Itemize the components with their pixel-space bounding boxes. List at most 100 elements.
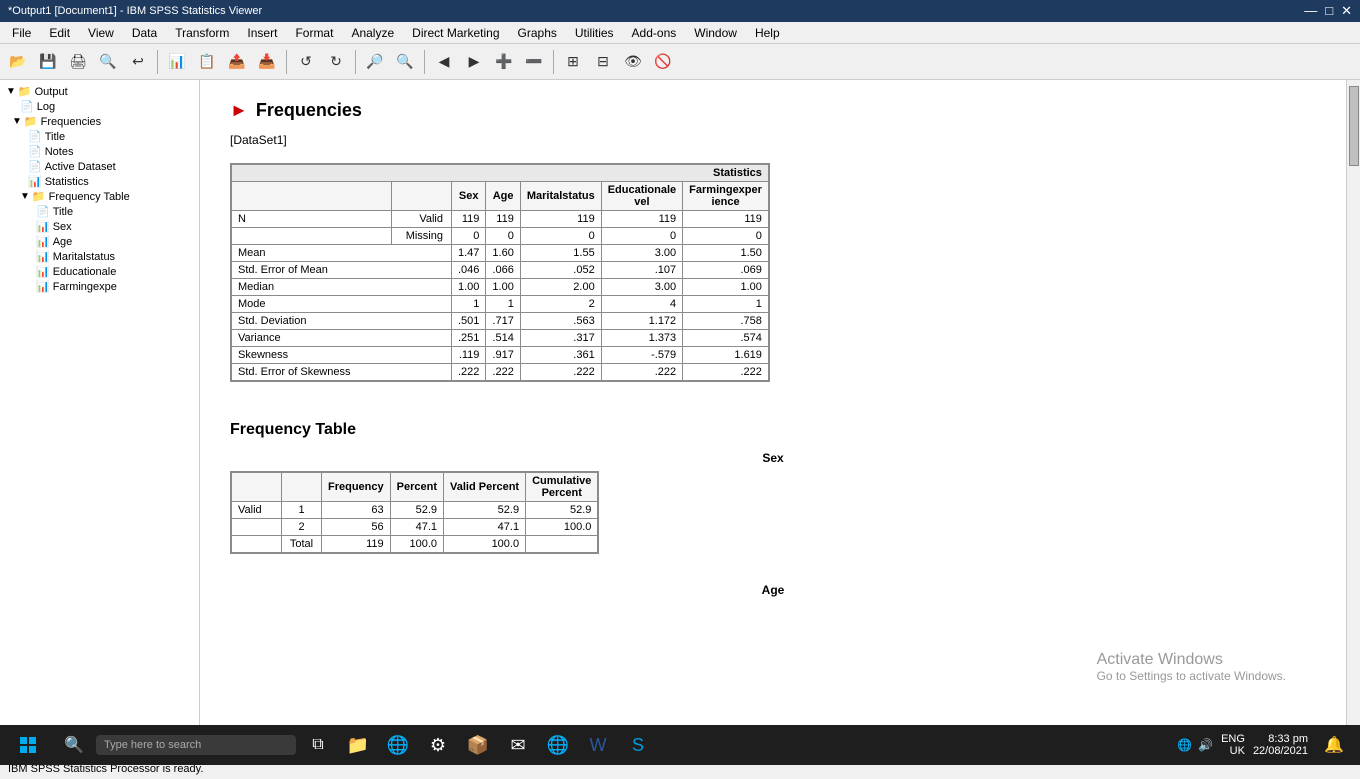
- menu-graphs[interactable]: Graphs: [510, 24, 565, 42]
- menu-analyze[interactable]: Analyze: [343, 24, 402, 42]
- toolbar-print[interactable]: 🖨: [64, 48, 92, 76]
- toolbar-show-all[interactable]: 👁: [619, 48, 647, 76]
- stats-mode-farm: 1: [683, 296, 769, 313]
- menu-data[interactable]: Data: [124, 24, 165, 42]
- stats-median-marital: 2.00: [520, 279, 601, 296]
- menu-help[interactable]: Help: [747, 24, 788, 42]
- toolbar-table[interactable]: 📋: [193, 48, 221, 76]
- taskbar-search-input[interactable]: [96, 735, 296, 755]
- tree-notes[interactable]: 📄 Notes: [0, 144, 199, 159]
- toolbar-zoom-out[interactable]: ➖: [520, 48, 548, 76]
- toolbar-back[interactable]: ◀: [430, 48, 458, 76]
- app4-icon[interactable]: 📦: [460, 727, 496, 763]
- freq-col-percent: Percent: [390, 473, 443, 502]
- toolbar-undo[interactable]: ↺: [292, 48, 320, 76]
- menu-addons[interactable]: Add-ons: [624, 24, 685, 42]
- toolbar-open[interactable]: 📂: [4, 48, 32, 76]
- tree-maritalstatus[interactable]: 📊 Maritalstatus: [0, 249, 199, 264]
- tree-statistics[interactable]: 📊 Statistics: [0, 174, 199, 189]
- search-button[interactable]: 🔍: [56, 725, 92, 765]
- volume-icon: 🔊: [1198, 738, 1213, 752]
- tree-log-label: Log: [37, 101, 55, 113]
- freq-cum-1: 52.9: [526, 502, 598, 519]
- stats-variance-farm: .574: [683, 330, 769, 347]
- start-button[interactable]: [4, 725, 52, 765]
- spss-icon[interactable]: S: [620, 727, 656, 763]
- tree-freq-title[interactable]: 📄 Title: [0, 129, 199, 144]
- toolbar-save[interactable]: 💾: [34, 48, 62, 76]
- stats-stddev-label: Std. Deviation: [232, 313, 452, 330]
- stats-mode-label: Mode: [232, 296, 452, 313]
- explorer-icon[interactable]: 📁: [340, 727, 376, 763]
- toolbar-goto[interactable]: 🔎: [361, 48, 389, 76]
- menu-format[interactable]: Format: [287, 24, 341, 42]
- toolbar-separator-2: [286, 50, 287, 74]
- stats-mean-marital: 1.55: [520, 245, 601, 262]
- stats-skewness-sex: .119: [452, 347, 486, 364]
- toolbar-find[interactable]: 🔍: [391, 48, 419, 76]
- menu-window[interactable]: Window: [686, 24, 745, 42]
- tree-active-dataset[interactable]: 📄 Active Dataset: [0, 159, 199, 174]
- word-icon[interactable]: W: [580, 727, 616, 763]
- stats-skewness-educ: -.579: [601, 347, 682, 364]
- time-display: 8:33 pm: [1253, 733, 1308, 745]
- toolbar-undo-menu[interactable]: ↩: [124, 48, 152, 76]
- vscrollbar-thumb[interactable]: [1349, 86, 1359, 166]
- tree-educationale[interactable]: 📊 Educationale: [0, 264, 199, 279]
- stats-mean-sex: 1.47: [452, 245, 486, 262]
- sex-frequency-table: Frequency Percent Valid Percent Cumulati…: [230, 471, 599, 554]
- vertical-scrollbar[interactable]: [1346, 80, 1360, 743]
- stats-skewness-marital: .361: [520, 347, 601, 364]
- toolbar-hide[interactable]: 🚫: [649, 48, 677, 76]
- menu-direct-marketing[interactable]: Direct Marketing: [404, 24, 507, 42]
- menu-transform[interactable]: Transform: [167, 24, 237, 42]
- menu-utilities[interactable]: Utilities: [567, 24, 622, 42]
- stats-inner-table: Statistics Sex Age Maritalstatus Educati…: [231, 164, 769, 381]
- menu-insert[interactable]: Insert: [239, 24, 285, 42]
- app6-icon[interactable]: 🌐: [540, 727, 576, 763]
- stats-stderr-farm: .069: [683, 262, 769, 279]
- toolbar-chart[interactable]: 📊: [163, 48, 191, 76]
- toolbar-export[interactable]: 📤: [223, 48, 251, 76]
- toolbar-preview[interactable]: 🔍: [94, 48, 122, 76]
- toolbar-expand[interactable]: ⊞: [559, 48, 587, 76]
- notification-button[interactable]: 🔔: [1316, 725, 1352, 765]
- tree-ft-title[interactable]: 📄 Title: [0, 204, 199, 219]
- tree-frequencies[interactable]: ▼ 📁 Frequencies: [0, 114, 199, 129]
- freq-row-valid-2: 2 56 47.1 47.1 100.0: [232, 519, 598, 536]
- tree-output[interactable]: ▼ 📁 Output: [0, 84, 199, 99]
- stats-col-sex: Sex: [452, 182, 486, 211]
- minimize-button[interactable]: —: [1304, 3, 1317, 19]
- maximize-button[interactable]: □: [1325, 3, 1333, 19]
- menu-file[interactable]: File: [4, 24, 39, 42]
- stats-stddev-farm: .758: [683, 313, 769, 330]
- stats-skewness-label: Skewness: [232, 347, 452, 364]
- menu-view[interactable]: View: [80, 24, 122, 42]
- tree-freq-table[interactable]: ▼ 📁 Frequency Table: [0, 189, 199, 204]
- toolbar-redo[interactable]: ↻: [322, 48, 350, 76]
- frequencies-heading: ► Frequencies: [230, 100, 1316, 121]
- mail-icon[interactable]: ✉: [500, 727, 536, 763]
- menu-bar: File Edit View Data Transform Insert For…: [0, 22, 1360, 44]
- toolbar-collapse[interactable]: ⊟: [589, 48, 617, 76]
- chrome-icon[interactable]: ⚙: [420, 727, 456, 763]
- taskbar-left: 🔍 ⧉ 📁 🌐 ⚙ 📦 ✉ 🌐 W S: [0, 725, 656, 765]
- stats-caption: Statistics: [232, 165, 769, 182]
- tree-sex[interactable]: 📊 Sex: [0, 219, 199, 234]
- tree-frequencies-label: Frequencies: [41, 116, 102, 128]
- close-button[interactable]: ✕: [1341, 3, 1352, 19]
- toolbar-import[interactable]: 📥: [253, 48, 281, 76]
- stats-n-missing-farm: 0: [683, 228, 769, 245]
- edge-icon[interactable]: 🌐: [380, 727, 416, 763]
- menu-edit[interactable]: Edit: [41, 24, 78, 42]
- tree-log[interactable]: 📄 Log: [0, 99, 199, 114]
- tree-farmingexpe[interactable]: 📊 Farmingexpe: [0, 279, 199, 294]
- tree-age[interactable]: 📊 Age: [0, 234, 199, 249]
- task-view-button[interactable]: ⧉: [300, 725, 336, 765]
- stats-stderrskew-farm: .222: [683, 364, 769, 381]
- toolbar-forward[interactable]: ▶: [460, 48, 488, 76]
- stats-col-marital: Maritalstatus: [520, 182, 601, 211]
- toolbar-zoom-in[interactable]: ➕: [490, 48, 518, 76]
- stats-median-age: 1.00: [486, 279, 520, 296]
- system-icons: 🌐 🔊: [1177, 738, 1213, 752]
